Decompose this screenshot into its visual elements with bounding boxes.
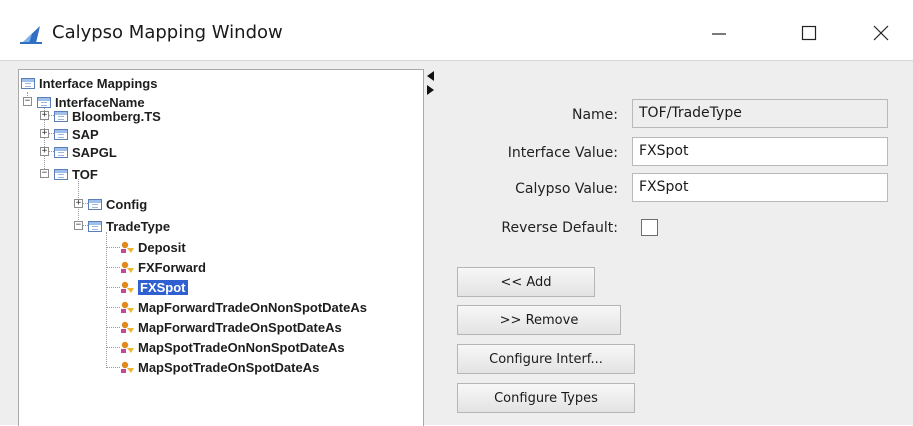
tree-node-label: Interface Mappings <box>39 75 158 91</box>
tree-leaf-fxspot-selected[interactable]: FXSpot <box>120 278 188 296</box>
table-icon <box>88 198 102 210</box>
table-icon <box>54 128 68 140</box>
tree-node-label: SAP <box>72 126 99 142</box>
tree-leaf-fxforward[interactable]: FXForward <box>120 258 206 276</box>
tree-leaf-deposit[interactable]: Deposit <box>120 238 186 256</box>
name-field: TOF/TradeType <box>632 99 888 128</box>
tree-leaf-label: MapForwardTradeOnSpotDateAs <box>138 319 342 335</box>
expand-icon[interactable]: + <box>40 147 49 156</box>
mapping-leaf-icon <box>121 361 134 373</box>
table-icon <box>21 77 35 89</box>
pane-splitter[interactable] <box>425 69 435 425</box>
table-icon <box>54 146 68 158</box>
expand-icon[interactable]: + <box>40 129 49 138</box>
tree-connector <box>106 307 120 308</box>
collapse-icon[interactable]: − <box>74 221 83 230</box>
mapping-leaf-icon <box>121 341 134 353</box>
table-icon <box>54 110 68 122</box>
tree-leaf-label: Deposit <box>138 239 186 255</box>
collapse-icon[interactable]: − <box>23 97 32 106</box>
tree-connector <box>106 287 120 288</box>
interface-value-label: Interface Value: <box>507 145 618 161</box>
tree-leaf-map-forward-spot[interactable]: MapForwardTradeOnSpotDateAs <box>120 318 342 336</box>
remove-button[interactable]: >> Remove <box>457 305 621 335</box>
calypso-value-field[interactable]: FXSpot <box>632 173 888 202</box>
tree-leaf-label: MapSpotTradeOnSpotDateAs <box>138 359 320 375</box>
tree-leaf-map-forward-nonspot[interactable]: MapForwardTradeOnNonSpotDateAs <box>120 298 367 316</box>
calypso-value-label: Calypso Value: <box>515 181 618 197</box>
tree-node-tradetype[interactable]: TradeType <box>88 217 170 235</box>
tree-node-tof[interactable]: TOF <box>54 165 98 183</box>
tree-node-bloomberg[interactable]: Bloomberg.TS <box>54 107 161 125</box>
mapping-leaf-icon <box>121 321 134 333</box>
client-area: Interface Mappings − InterfaceName + Blo… <box>0 60 913 426</box>
close-button[interactable] <box>858 14 904 52</box>
tree-leaf-label: MapSpotTradeOnNonSpotDateAs <box>138 339 345 355</box>
tree-node-config[interactable]: Config <box>88 195 147 213</box>
tree-connector <box>106 267 120 268</box>
mapping-leaf-icon <box>121 281 134 293</box>
collapse-right-arrow-icon[interactable] <box>427 85 434 95</box>
calypso-logo-icon <box>20 26 42 44</box>
mapping-tree[interactable]: Interface Mappings − InterfaceName + Blo… <box>18 69 424 426</box>
collapse-icon[interactable]: − <box>40 169 49 178</box>
table-icon <box>37 96 51 108</box>
title-bar[interactable]: Calypso Mapping Window <box>0 0 913 60</box>
tree-connector <box>106 347 120 348</box>
tree-leaf-label: MapForwardTradeOnNonSpotDateAs <box>138 299 367 315</box>
interface-value-field[interactable]: FXSpot <box>632 137 888 166</box>
tree-node-label: SAPGL <box>72 144 117 160</box>
tree-node-label: Bloomberg.TS <box>72 108 161 124</box>
tree-leaf-map-spot-spot[interactable]: MapSpotTradeOnSpotDateAs <box>120 358 319 376</box>
tree-connector <box>106 367 120 368</box>
tree-node-root[interactable]: Interface Mappings <box>21 74 157 92</box>
close-icon <box>873 25 889 41</box>
name-label: Name: <box>571 107 618 123</box>
minimize-icon <box>712 33 726 35</box>
mapping-leaf-icon <box>121 301 134 313</box>
tree-leaf-label: FXSpot <box>138 279 188 295</box>
tree-node-sap[interactable]: SAP <box>54 125 99 143</box>
configure-interf-button[interactable]: Configure Interf... <box>457 344 635 374</box>
mapping-leaf-icon <box>121 241 134 253</box>
tree-node-label: Config <box>106 196 148 212</box>
tree-leaf-map-spot-nonspot[interactable]: MapSpotTradeOnNonSpotDateAs <box>120 338 345 356</box>
tree-node-sapgl[interactable]: SAPGL <box>54 143 117 161</box>
add-button[interactable]: << Add <box>457 267 595 297</box>
window-title: Calypso Mapping Window <box>52 22 283 43</box>
tree-leaf-label: FXForward <box>138 259 206 275</box>
maximize-button[interactable] <box>786 14 832 52</box>
reverse-default-checkbox[interactable] <box>641 219 658 236</box>
reverse-default-label: Reverse Default: <box>501 220 618 236</box>
expand-icon[interactable]: + <box>40 111 49 120</box>
mapping-leaf-icon <box>121 261 134 273</box>
table-icon <box>88 220 102 232</box>
tree-node-label: TradeType <box>106 218 171 234</box>
tree-connector <box>106 247 120 248</box>
collapse-left-arrow-icon[interactable] <box>427 71 434 81</box>
tree-node-label: TOF <box>72 166 98 182</box>
minimize-button[interactable] <box>696 14 742 52</box>
maximize-icon <box>801 25 817 41</box>
tree-connector <box>106 327 120 328</box>
configure-types-button[interactable]: Configure Types <box>457 383 635 413</box>
table-icon <box>54 168 68 180</box>
expand-icon[interactable]: + <box>74 199 83 208</box>
